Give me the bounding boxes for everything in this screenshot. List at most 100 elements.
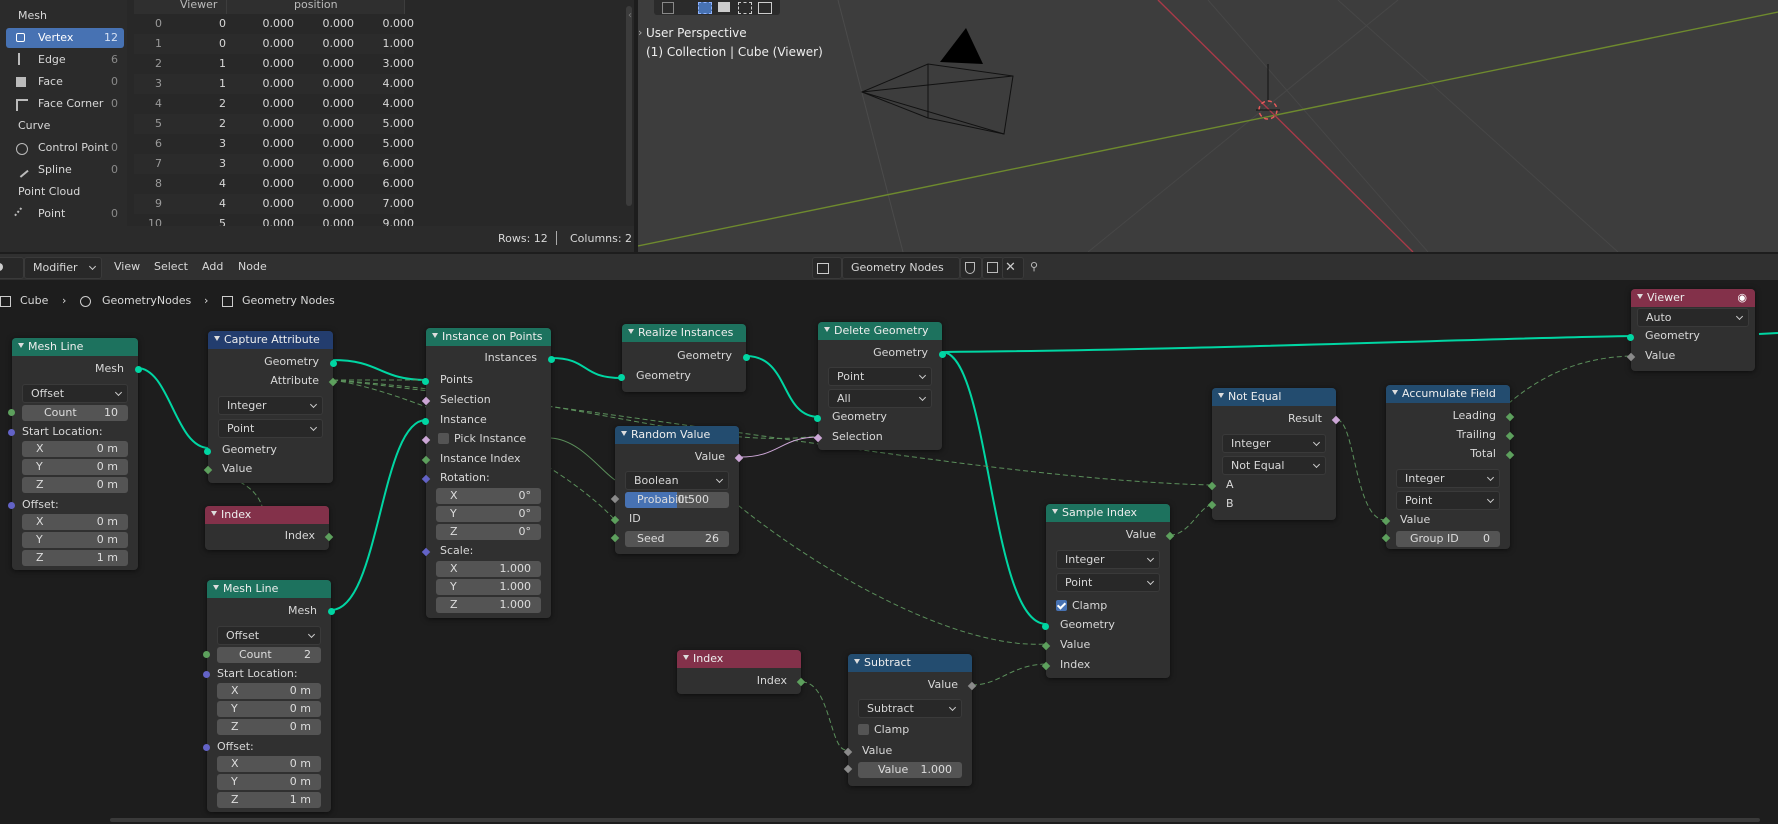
fake-user-button[interactable] — [960, 257, 982, 279]
input-socket-geometry[interactable] — [1042, 623, 1049, 630]
seed-field[interactable]: Seed 26 — [625, 531, 729, 547]
input-socket-value-2[interactable] — [843, 764, 853, 774]
domain-select[interactable]: Point — [218, 419, 323, 438]
sidebar-item-point[interactable]: Point 0 — [6, 204, 124, 224]
node-capture-attribute[interactable]: Capture Attribute Geometry Attribute Int… — [203, 331, 338, 483]
node-delete-geometry[interactable]: Delete Geometry Geometry Point All Geome… — [813, 322, 946, 450]
group-id-field[interactable]: Group ID 0 — [1396, 531, 1500, 547]
start-x-field[interactable]: X 0 m — [217, 683, 321, 699]
operation-select[interactable]: Not Equal — [1222, 456, 1326, 475]
offset-z-field[interactable]: Z 1 m — [22, 550, 128, 566]
start-x-field[interactable]: X 0 m — [22, 441, 128, 457]
breadcrumb-modifier[interactable]: GeometryNodes — [102, 290, 191, 312]
offset-x-field[interactable]: X 0 m — [217, 756, 321, 772]
breadcrumb-object[interactable]: Cube — [20, 290, 48, 312]
output-socket-mesh[interactable] — [328, 608, 335, 615]
node-header[interactable]: Viewer — [1631, 289, 1755, 307]
cursor-tool-icon[interactable] — [662, 2, 674, 14]
input-socket-count[interactable] — [203, 651, 210, 658]
node-header[interactable]: Realize Instances — [622, 324, 746, 342]
node-viewer[interactable]: Viewer ◉ Auto Geometry Value — [1626, 289, 1755, 371]
probability-slider[interactable]: Probabilit 0.500 — [625, 492, 729, 508]
node-index[interactable]: Index Index — [677, 650, 806, 694]
scale-z-field[interactable]: Z 1.000 — [436, 597, 541, 613]
scale-y-field[interactable]: Y 1.000 — [436, 579, 541, 595]
expand-toolbar-icon[interactable]: › — [638, 26, 642, 39]
horizontal-scrollbar[interactable] — [110, 818, 1760, 822]
pin-button[interactable]: ⚲ — [1026, 257, 1046, 277]
node-mesh-line[interactable]: Mesh Line Mesh Offset Count 10 Start Loca… — [8, 338, 142, 570]
node-header[interactable]: Index — [205, 506, 329, 524]
sidebar-item-vertex[interactable]: Vertex 12 — [6, 28, 124, 48]
node-realize-instances[interactable]: Realize Instances Geometry Geometry — [618, 324, 750, 392]
node-header[interactable]: Capture Attribute — [208, 331, 333, 349]
select-subtract-icon[interactable] — [738, 2, 752, 14]
select-extend-icon[interactable] — [718, 2, 730, 12]
input-socket-probability[interactable] — [610, 494, 620, 504]
sidebar-item-spline[interactable]: Spline 0 — [6, 160, 124, 180]
scale-x-field[interactable]: X 1.000 — [436, 561, 541, 577]
node-accumulate-field[interactable]: Accumulate Field Leading Trailing Total … — [1381, 385, 1515, 549]
operation-select[interactable]: Subtract — [858, 699, 962, 718]
node-mesh-line[interactable]: Mesh Line Mesh Offset Count 2 Start Locat… — [203, 580, 335, 812]
node-header[interactable]: Not Equal — [1212, 388, 1336, 406]
menu-node[interactable]: Node — [230, 257, 275, 277]
editor-type-dropdown[interactable] — [0, 257, 24, 279]
node-header[interactable]: Delete Geometry — [818, 322, 942, 340]
input-socket-start-location[interactable] — [203, 671, 210, 678]
input-socket-seed[interactable] — [610, 533, 620, 543]
rotation-z-field[interactable]: Z 0° — [436, 524, 541, 540]
domain-select[interactable]: Point — [1396, 491, 1500, 510]
node-not-equal[interactable]: Not Equal Result Integer Not Equal A B — [1207, 388, 1341, 520]
sidebar-group-curve[interactable]: Curve — [0, 116, 127, 136]
value-field[interactable]: Value 1.000 — [858, 762, 962, 778]
menu-select[interactable]: Select — [146, 257, 196, 277]
output-socket-geometry[interactable] — [939, 351, 946, 358]
count-field[interactable]: Count 2 — [217, 647, 321, 663]
start-z-field[interactable]: Z 0 m — [22, 477, 128, 493]
data-type-select[interactable]: Integer — [1222, 434, 1326, 453]
column-header-viewer[interactable]: Viewer — [180, 0, 217, 11]
start-y-field[interactable]: Y 0 m — [217, 701, 321, 717]
sidebar-item-control-point[interactable]: Control Point 0 — [6, 138, 124, 158]
node-header[interactable]: Instance on Points — [426, 328, 551, 346]
rotation-y-field[interactable]: Y 0° — [436, 506, 541, 522]
sidebar-item-edge[interactable]: Edge 6 — [6, 50, 124, 70]
input-socket-group-id[interactable] — [1381, 533, 1391, 543]
sidebar-toggle-button[interactable] — [1766, 260, 1778, 274]
sidebar-item-face[interactable]: Face 0 — [6, 72, 124, 92]
data-type-select[interactable]: Integer — [218, 396, 323, 415]
input-socket-offset[interactable] — [8, 502, 15, 509]
breadcrumb-tree[interactable]: Geometry Nodes — [242, 290, 335, 312]
start-y-field[interactable]: Y 0 m — [22, 459, 128, 475]
node-instance-on-points[interactable]: Instance on Points Instances Points Sele… — [421, 328, 555, 618]
input-socket-count[interactable] — [8, 409, 15, 416]
output-socket-geometry[interactable] — [743, 354, 750, 361]
node-index[interactable]: Index Index — [205, 506, 334, 550]
data-type-select[interactable]: Integer — [1396, 469, 1500, 488]
offset-x-field[interactable]: X 0 m — [22, 514, 128, 530]
input-socket-geometry[interactable] — [618, 374, 625, 381]
offset-y-field[interactable]: Y 0 m — [22, 532, 128, 548]
input-socket-geometry[interactable] — [1627, 334, 1634, 341]
offset-z-field[interactable]: Z 1 m — [217, 792, 321, 808]
unlink-button[interactable]: ✕ — [1002, 257, 1024, 279]
menu-view[interactable]: View — [106, 257, 148, 277]
node-header[interactable]: Random Value — [615, 426, 739, 444]
start-z-field[interactable]: Z 0 m — [217, 719, 321, 735]
node-random-value[interactable]: Random Value Value Boolean Probabilit 0.… — [610, 426, 744, 554]
collapse-arrow-icon[interactable]: ‹ — [628, 10, 632, 21]
node-sample-index[interactable]: Sample Index Value Integer Point Clamp G… — [1041, 504, 1175, 678]
mode-select[interactable]: Offset — [22, 384, 128, 403]
data-type-select[interactable]: Integer — [1056, 550, 1160, 569]
column-header-position[interactable]: position — [294, 0, 338, 11]
node-header[interactable]: Mesh Line — [12, 338, 138, 356]
sidebar-item-face-corner[interactable]: Face Corner 0 — [6, 94, 124, 114]
input-socket-instance[interactable] — [422, 418, 429, 425]
domain-select[interactable]: Point — [828, 367, 932, 386]
node-header[interactable]: Accumulate Field — [1386, 385, 1510, 403]
rotation-x-field[interactable]: X 0° — [436, 488, 541, 504]
sidebar-group-mesh[interactable]: Mesh — [0, 6, 127, 26]
offset-y-field[interactable]: Y 0 m — [217, 774, 321, 790]
domain-select[interactable]: Auto — [1637, 308, 1749, 327]
